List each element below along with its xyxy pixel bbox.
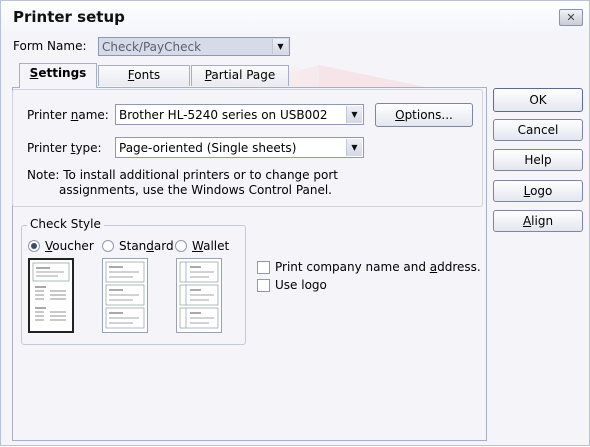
ok-button[interactable]: OK [493, 88, 583, 112]
logo-button[interactable]: Logo [493, 180, 583, 202]
close-icon: ✕ [566, 11, 576, 24]
wallet-radio[interactable] [175, 240, 187, 252]
tab-fonts[interactable]: Fonts [98, 65, 190, 86]
form-name-value: Check/PayCheck [102, 40, 202, 54]
tab-partial-page[interactable]: Partial Page [191, 65, 289, 86]
wallet-check-icon [179, 261, 219, 329]
standard-radio-label[interactable]: Standard [119, 239, 174, 253]
printer-name-label: Printer name: [27, 108, 109, 122]
chevron-down-icon: ▼ [272, 39, 288, 54]
use-logo-label[interactable]: Use logo [275, 278, 327, 292]
title-bar: Printer setup ✕ [1, 1, 589, 33]
tab-fonts-label: onts [134, 68, 161, 82]
printer-name-dropdown[interactable]: Brother HL-5240 series on USB002 ▼ [115, 104, 364, 125]
standard-preview[interactable] [102, 258, 148, 333]
chevron-down-icon: ▼ [346, 106, 362, 123]
voucher-radio[interactable] [28, 240, 40, 252]
printer-type-dropdown[interactable]: Page-oriented (Single sheets) ▼ [115, 137, 364, 158]
voucher-radio-label[interactable]: Voucher [45, 239, 94, 253]
voucher-preview[interactable] [28, 258, 74, 333]
close-button[interactable]: ✕ [559, 9, 583, 26]
printer-setup-dialog: DropBooks Printer setup ✕ Form Name: Che… [0, 0, 590, 446]
window-title: Printer setup [13, 8, 125, 26]
form-name-dropdown[interactable]: Check/PayCheck ▼ [98, 37, 290, 56]
options-button[interactable]: Options... [375, 103, 473, 127]
chevron-down-icon: ▼ [346, 139, 362, 156]
note-line-1: Note: To install additional printers or … [27, 168, 338, 182]
printer-type-value: Page-oriented (Single sheets) [119, 141, 297, 155]
wallet-preview[interactable] [176, 258, 222, 333]
printer-type-label: Printer type: [27, 141, 102, 155]
align-button[interactable]: Align [493, 210, 583, 232]
use-logo-checkbox[interactable] [257, 279, 270, 292]
print-company-label[interactable]: Print company name and address. [275, 260, 481, 274]
standard-radio[interactable] [102, 240, 114, 252]
wallet-radio-label[interactable]: Wallet [192, 239, 229, 253]
help-button[interactable]: Help [493, 149, 583, 171]
standard-check-icon [105, 261, 145, 329]
note-line-2: assignments, use the Windows Control Pan… [59, 183, 332, 197]
cancel-button[interactable]: Cancel [493, 119, 583, 141]
printer-name-value: Brother HL-5240 series on USB002 [119, 108, 328, 122]
voucher-check-icon [32, 262, 70, 321]
tab-partial-page-label: artial Page [211, 68, 276, 82]
tab-settings-label: ettings [38, 66, 87, 80]
print-company-checkbox[interactable] [257, 261, 270, 274]
check-style-legend: Check Style [27, 217, 104, 231]
tab-settings[interactable]: Settings [19, 63, 97, 88]
form-name-label: Form Name: [13, 39, 87, 53]
